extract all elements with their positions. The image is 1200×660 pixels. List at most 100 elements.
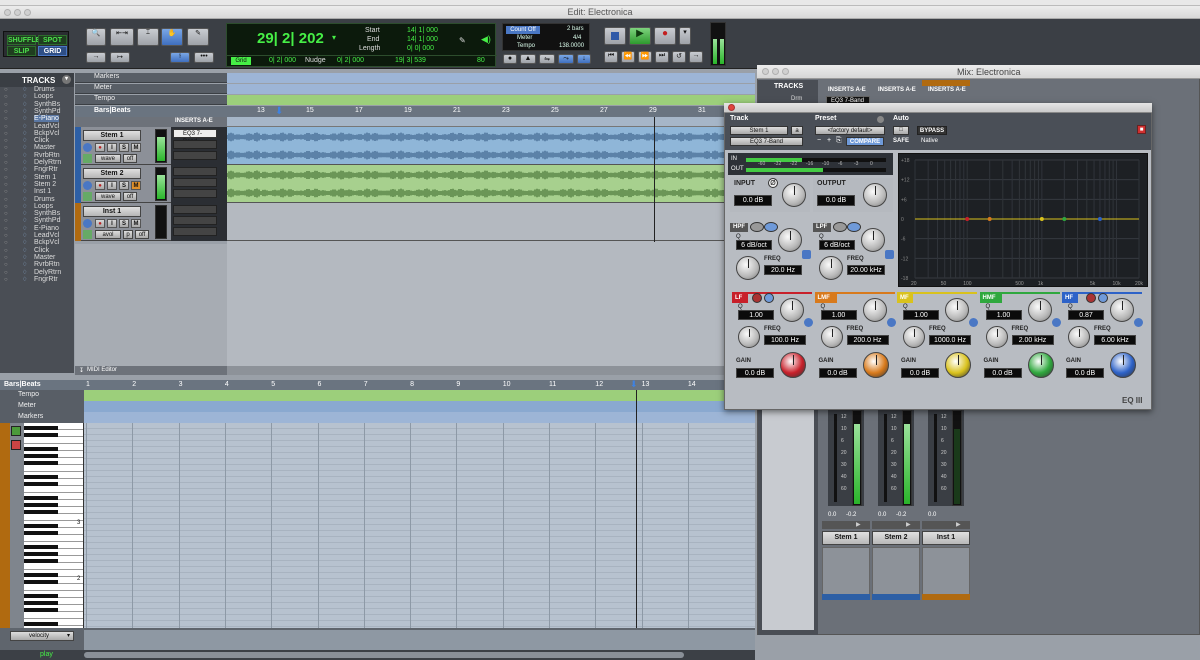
piano-black-key[interactable] [24,552,58,556]
band-label[interactable]: LMF [814,294,837,303]
conductor-button[interactable]: ⤳ [558,54,574,64]
nudge-value[interactable]: 0| 2| 000 [337,57,364,64]
show-hide-icon[interactable]: ○ [4,175,8,181]
show-hide-icon[interactable]: ○ [4,131,8,137]
shuffle-mode-button[interactable]: SHUFFLE [7,35,40,45]
selector-tool-button[interactable]: ⌶ [137,28,159,46]
lpf-enable-icon[interactable] [847,222,861,232]
track-view-selector[interactable]: avol [95,230,121,239]
show-hide-icon[interactable]: ○ [4,211,8,217]
hpf-shape-icon[interactable] [750,222,764,232]
mix-tracks-header[interactable]: TRACKS [758,83,818,94]
eq-band-node[interactable] [1097,217,1102,221]
counter-chevron-icon[interactable]: ▾ [332,33,336,42]
mix-zoom-button[interactable] [782,68,789,75]
band-freq-knob[interactable] [820,326,843,348]
show-hide-icon[interactable]: ○ [4,255,8,261]
piano-black-key[interactable] [24,545,58,549]
preset-prev-icon[interactable]: − [817,137,821,144]
piano-black-key[interactable] [24,524,58,528]
lpf-shape-icon[interactable] [833,222,847,232]
track-voice-icon[interactable] [83,230,92,239]
playhead-marker-icon[interactable]: ⬇ [275,106,283,117]
track-insert-empty[interactable] [173,227,217,236]
band-gain-value[interactable]: 0.0 dB [901,368,939,378]
band-label[interactable]: HF [1062,294,1078,303]
channel-comments[interactable] [822,547,870,595]
show-hide-icon[interactable]: ○ [4,262,8,268]
channel-volume-value[interactable]: 0.0 [928,512,936,518]
band-q-knob[interactable] [1027,298,1052,322]
selection-start-value[interactable]: 14| 1| 000 [407,27,438,34]
band-enable-icon[interactable] [1051,318,1061,327]
show-hide-icon[interactable]: ○ [4,102,8,108]
piano-black-key[interactable] [24,601,58,605]
track-name[interactable]: Stem 1 [83,130,141,141]
track-mute-button[interactable]: M [131,143,141,152]
track-insert-empty[interactable] [173,140,217,149]
band-peak-icon[interactable] [1098,293,1108,303]
eq-band-node[interactable] [1039,217,1044,221]
track-mute-button[interactable]: M [131,181,141,190]
grid-value[interactable]: 0| 2| 000 [269,57,296,64]
band-gain-knob[interactable] [862,352,889,378]
midi-note-tool-icon[interactable] [11,426,21,436]
piano-black-key[interactable] [24,559,58,563]
track-view-selector[interactable]: wave [95,154,121,163]
show-hide-icon[interactable]: ○ [4,87,8,93]
automation-button[interactable]: □ [893,126,909,135]
velocity-area[interactable] [84,630,755,650]
track-automation-mode[interactable]: off [123,154,137,163]
piano-black-key[interactable] [24,503,58,507]
channel-name[interactable]: Stem 2 [872,531,920,545]
track-lane[interactable] [226,127,755,165]
grid-label[interactable]: Grid [231,57,251,65]
midi-editor-toggle[interactable]: ↧ MIDI Editor [75,366,227,375]
lpf-link-icon[interactable] [885,250,894,259]
fader-track[interactable] [834,414,837,502]
band-gain-value[interactable]: 0.0 dB [736,368,774,378]
track-insert-empty[interactable] [173,167,217,176]
midi-markers-lane[interactable] [84,412,755,423]
velocity-lane-selector[interactable]: velocity ▾ [10,631,74,641]
grabber-tool-button[interactable]: ✋ [161,28,183,46]
preset-menu-icon[interactable] [877,116,884,123]
piano-white-key[interactable] [24,563,83,570]
hpf-slope-knob[interactable] [778,228,802,252]
piano-white-key[interactable] [24,514,83,521]
tracks-list-header[interactable]: TRACKS ▾ [0,73,74,87]
piano-black-key[interactable] [24,594,58,598]
plugin-name-selector[interactable]: EQ3 7-Band [730,137,803,146]
midi-horizontal-scrollbar[interactable] [84,652,684,658]
show-hide-icon[interactable]: ○ [4,124,8,130]
plugin-preset-selector[interactable]: <factory default> [815,126,885,135]
show-hide-icon[interactable]: ○ [4,218,8,224]
track-insert-slot[interactable]: EQ3 7-Band [173,129,217,145]
band-peak-icon[interactable] [764,293,774,303]
track-lane[interactable] [227,203,755,241]
show-hide-icon[interactable]: ○ [4,94,8,100]
show-hide-icon[interactable]: ○ [4,197,8,203]
track-insert-empty[interactable] [173,151,217,160]
piano-black-key[interactable] [24,510,58,514]
track-rec-button[interactable]: ● [95,143,105,152]
hpf-freq-knob[interactable] [736,256,760,280]
show-hide-icon[interactable]: ○ [4,167,8,173]
transport-more-button[interactable]: ▾ [679,27,691,45]
grid-mode-button[interactable]: GRID [38,46,67,56]
piano-black-key[interactable] [24,531,58,535]
piano-black-key[interactable] [24,580,58,584]
band-shelf-icon[interactable] [1086,293,1096,303]
piano-black-key[interactable] [24,433,58,437]
track-insert-empty[interactable] [173,189,217,198]
channel-pan-value[interactable]: -0.2 [846,512,856,518]
track-input-button[interactable]: I [107,181,117,190]
mix-minimize-button[interactable] [772,68,779,75]
tracks-list-row[interactable]: ○ ♢ FngrRtr [0,276,74,284]
piano-black-key[interactable] [24,573,58,577]
plugin-insert-position[interactable]: a [791,126,803,135]
zoom-toggle-button[interactable]: → [86,52,106,63]
track-view-selector[interactable]: wave [95,192,121,201]
band-freq-value[interactable]: 6.00 kHz [1094,335,1136,345]
input-gain-knob[interactable] [782,183,806,207]
